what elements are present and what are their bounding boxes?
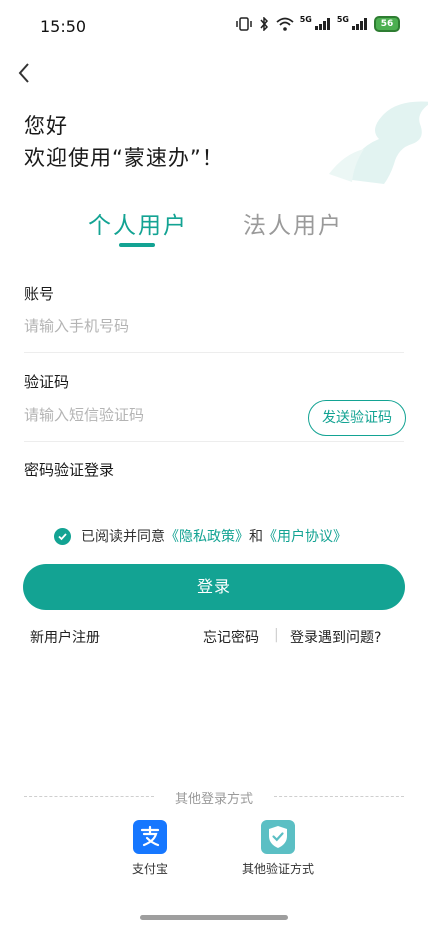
tab-personal-user[interactable]: 个人用户 (88, 206, 188, 240)
register-link[interactable]: 新用户注册 (30, 627, 100, 647)
user-agreement-link[interactable]: 《用户协议》 (263, 526, 347, 546)
agreement-prefix: 已阅读并同意 (81, 529, 165, 545)
network-label-1: 5G (299, 14, 312, 24)
account-label: 账号 (24, 285, 55, 303)
other-verify-option[interactable]: 其他验证方式 (228, 820, 328, 877)
account-divider (24, 352, 404, 353)
check-icon (58, 532, 67, 540)
code-label: 验证码 (24, 373, 70, 391)
tab-legal-user[interactable]: 法人用户 (243, 206, 343, 240)
chevron-left-icon (18, 63, 29, 83)
user-type-tabs: 个人用户 法人用户 (0, 206, 428, 247)
back-button[interactable] (10, 58, 40, 88)
greeting-line2: 欢迎使用“蒙速办”！ (24, 146, 224, 170)
vibrate-icon (235, 17, 252, 31)
network-label-2: 5G (336, 14, 349, 24)
battery-icon: 56 (374, 16, 400, 32)
shield-check-icon (261, 820, 295, 854)
alipay-login-option[interactable]: 支付宝 (100, 820, 200, 877)
agreement-row: 已阅读并同意 《隐私政策》 和 《用户协议》 (54, 526, 347, 546)
account-input[interactable] (24, 312, 404, 340)
send-code-button[interactable]: 发送验证码 (308, 400, 406, 436)
greeting-line1: 您好 (24, 114, 68, 138)
forgot-password-link[interactable]: 忘记密码 (203, 627, 259, 647)
alipay-label: 支付宝 (131, 862, 168, 876)
code-input[interactable] (24, 401, 294, 429)
link-separator: | (274, 627, 279, 643)
active-tab-indicator (119, 243, 155, 247)
alipay-icon (133, 820, 167, 854)
other-login-header: 其他登录方式 (24, 788, 404, 807)
wifi-icon (276, 17, 294, 31)
privacy-policy-link[interactable]: 《隐私政策》 (165, 526, 249, 546)
greeting: 您好 欢迎使用“蒙速办”！ (24, 110, 224, 174)
status-icons: 5G 5G 56 (235, 14, 400, 32)
home-indicator[interactable] (140, 915, 288, 920)
other-login-title: 其他登录方式 (174, 792, 253, 807)
status-bar: 15:50 5G 5G 56 (0, 0, 428, 52)
signal-icon-2 (352, 18, 367, 30)
bluetooth-off-icon (260, 17, 268, 31)
agreement-and: 和 (249, 529, 263, 545)
other-verify-label: 其他验证方式 (241, 862, 314, 876)
login-problem-link[interactable]: 登录遇到问题? (290, 627, 381, 647)
status-time: 15:50 (40, 17, 87, 36)
horse-watermark-icon (329, 101, 428, 184)
signal-icon (314, 18, 330, 30)
password-login-link[interactable]: 密码验证登录 (24, 459, 114, 480)
agreement-checkbox[interactable] (54, 527, 71, 545)
login-button[interactable]: 登录 (23, 564, 405, 610)
dashed-divider-right (274, 796, 404, 797)
code-divider (24, 441, 404, 442)
